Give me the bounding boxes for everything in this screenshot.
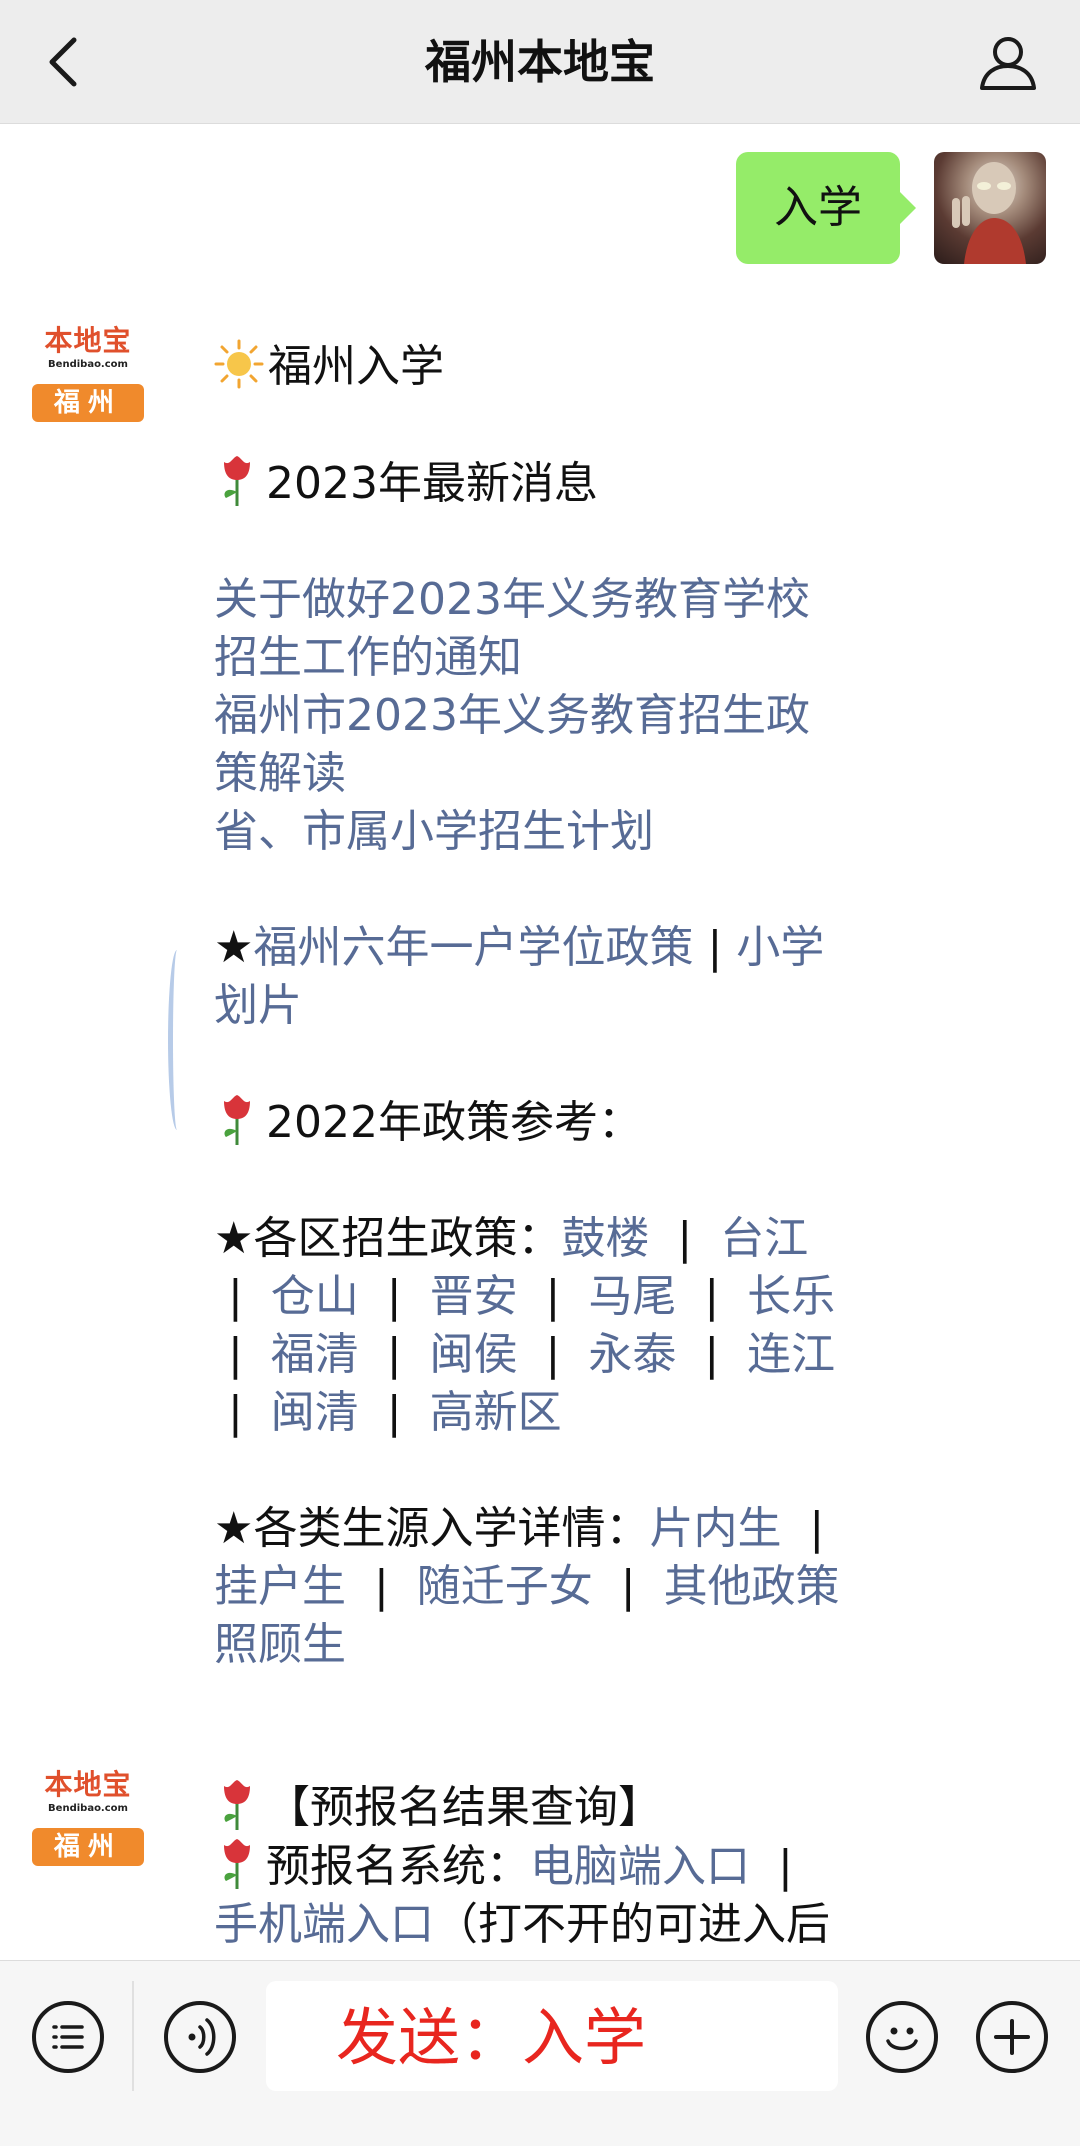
avatar-brand: 本地宝 bbox=[44, 324, 132, 357]
news-title-line: 2023年最新消息 bbox=[214, 454, 914, 513]
star-mark: ★ bbox=[214, 922, 254, 973]
pre-registration-line: 预报名系统：电脑端入口 | bbox=[214, 1837, 914, 1896]
message-input-text: 发送：入学 bbox=[336, 2001, 647, 2074]
separator: | bbox=[693, 922, 737, 973]
source-line-2: 挂户生 | 随迁子女 | 其他政策 bbox=[214, 1561, 840, 1612]
link-district-minqing[interactable]: 闽清 bbox=[271, 1387, 359, 1438]
link-district-lianjiang[interactable]: 连江 bbox=[747, 1329, 835, 1380]
link-source-other-policy[interactable]: 其他政策 bbox=[664, 1561, 840, 1612]
incoming-message-2: 【预报名结果查询】 预报名系统：电脑端入口 | 手机端入口（打不开的可进入后 bbox=[214, 1778, 914, 1954]
link-district-taijiang[interactable]: 台江 bbox=[720, 1213, 808, 1264]
official-account-avatar[interactable]: 本地宝 Bendibao.com 福州 bbox=[32, 324, 144, 424]
link-district-cangshan[interactable]: 仓山 bbox=[271, 1271, 359, 1322]
link-district-yongtai[interactable]: 永泰 bbox=[588, 1329, 676, 1380]
link-policy-part1[interactable]: 福州市2023年义务教育招生政 bbox=[214, 687, 914, 745]
reference-title-line: 2022年政策参考： bbox=[214, 1093, 914, 1152]
avatar-brand-area: 本地宝 Bendibao.com bbox=[32, 1768, 144, 1826]
link-district-jinan[interactable]: 晋安 bbox=[430, 1271, 518, 1322]
avatar-brand: 本地宝 bbox=[44, 1768, 132, 1801]
link-source-care[interactable]: 照顾生 bbox=[214, 1616, 914, 1674]
message-heading-line: 福州入学 bbox=[214, 338, 914, 396]
link-mobile-entry[interactable]: 手机端入口 bbox=[214, 1899, 434, 1950]
link-source-migrant-children[interactable]: 随迁子女 bbox=[417, 1561, 593, 1612]
emoji-face-icon bbox=[886, 2027, 918, 2051]
link-six-year-policy[interactable]: 福州六年一户学位政策 bbox=[253, 922, 693, 973]
outgoing-message-bubble[interactable]: 入学 bbox=[736, 152, 916, 264]
emoji-button[interactable] bbox=[866, 2001, 938, 2073]
result-query-title: 【预报名结果查询】 bbox=[266, 1782, 662, 1833]
message-heading: 福州入学 bbox=[268, 341, 444, 392]
district-label: ★各区招生政策： bbox=[214, 1213, 562, 1264]
district-policy-line-2: | 仓山 | 晋安 | 马尾 | 长乐 bbox=[214, 1271, 836, 1322]
result-query-line: 【预报名结果查询】 bbox=[214, 1778, 914, 1837]
link-pc-entry[interactable]: 电脑端入口 bbox=[530, 1841, 750, 1892]
mobile-entry-line: 手机端入口（打不开的可进入后 bbox=[214, 1896, 914, 1954]
rose-emoji-icon bbox=[224, 1095, 250, 1145]
avatar-city: 福州 bbox=[32, 384, 144, 422]
message-input[interactable]: 发送：入学 bbox=[266, 1981, 838, 2091]
official-account-avatar[interactable]: 本地宝 Bendibao.com 福州 bbox=[32, 1768, 144, 1868]
user-icon[interactable] bbox=[976, 30, 1040, 94]
avatar-site: Bendibao.com bbox=[48, 1803, 128, 1814]
plus-icon bbox=[994, 2019, 1030, 2055]
menu-list-icon bbox=[52, 2025, 84, 2049]
incoming-message-1: 福州入学 2023年最新消息 关于做好2023年义务教育学校 招生工作的通知 福… bbox=[214, 338, 914, 1674]
scroll-indicator bbox=[168, 950, 186, 1130]
voice-icon bbox=[188, 2018, 216, 2056]
news-title: 2023年最新消息 bbox=[266, 458, 598, 509]
avatar-site: Bendibao.com bbox=[48, 359, 128, 370]
link-district-changle[interactable]: 长乐 bbox=[747, 1271, 835, 1322]
avatar-brand-area: 本地宝 Bendibao.com bbox=[32, 324, 144, 382]
link-district-gaoxin[interactable]: 高新区 bbox=[430, 1387, 562, 1438]
avatar-city: 福州 bbox=[32, 1828, 144, 1866]
chat-area[interactable]: 入学 本地宝 Bendibao.com 福州 福州入学 2023年最新消息 关于… bbox=[0, 124, 1080, 1960]
district-policy-line-1: ★各区招生政策：鼓楼 | 台江 bbox=[214, 1213, 809, 1264]
link-source-registered[interactable]: 挂户生 bbox=[214, 1561, 346, 1612]
input-bar: 发送：入学 bbox=[0, 1960, 1080, 2146]
source-label: ★各类生源入学详情： bbox=[214, 1503, 650, 1554]
reference-title: 2022年政策参考： bbox=[266, 1097, 642, 1148]
link-district-minhou[interactable]: 闽侯 bbox=[430, 1329, 518, 1380]
link-district-fuqing[interactable]: 福清 bbox=[271, 1329, 359, 1380]
star-policy-line: ★福州六年一户学位政策 | 小学 bbox=[214, 919, 914, 977]
link-policy-part2[interactable]: 策解读 bbox=[214, 745, 914, 803]
link-enrollment-plan[interactable]: 省、市属小学招生计划 bbox=[214, 803, 914, 861]
voice-button[interactable] bbox=[164, 2001, 236, 2073]
link-notice-part2[interactable]: 招生工作的通知 bbox=[214, 629, 914, 687]
link-primary-zoning-part1[interactable]: 小学 bbox=[736, 922, 824, 973]
chat-title: 福州本地宝 bbox=[425, 35, 655, 89]
pre-registration-label: 预报名系统： bbox=[266, 1841, 530, 1892]
link-notice-part1[interactable]: 关于做好2023年义务教育学校 bbox=[214, 571, 914, 629]
rose-emoji-icon bbox=[224, 1780, 250, 1830]
rose-emoji-icon bbox=[224, 456, 250, 506]
rose-emoji-icon bbox=[224, 1839, 250, 1889]
source-line-1: ★各类生源入学详情：片内生 | bbox=[214, 1503, 825, 1554]
divider bbox=[132, 1981, 134, 2091]
link-district-gulou[interactable]: 鼓楼 bbox=[561, 1213, 649, 1264]
menu-list-button[interactable] bbox=[32, 2001, 104, 2073]
sun-emoji-icon bbox=[214, 339, 264, 389]
link-primary-zoning-part2[interactable]: 划片 bbox=[214, 977, 914, 1035]
district-policy-line-3: | 福清 | 闽侯 | 永泰 | 连江 bbox=[214, 1329, 836, 1380]
district-policy-line-4: | 闽清 | 高新区 bbox=[214, 1387, 562, 1438]
self-avatar[interactable] bbox=[934, 152, 1046, 264]
mobile-entry-note: （打不开的可进入后 bbox=[434, 1899, 830, 1950]
chat-header: 福州本地宝 bbox=[0, 0, 1080, 124]
link-district-mawei[interactable]: 马尾 bbox=[588, 1271, 676, 1322]
link-source-in-zone[interactable]: 片内生 bbox=[649, 1503, 781, 1554]
more-button[interactable] bbox=[976, 2001, 1048, 2073]
